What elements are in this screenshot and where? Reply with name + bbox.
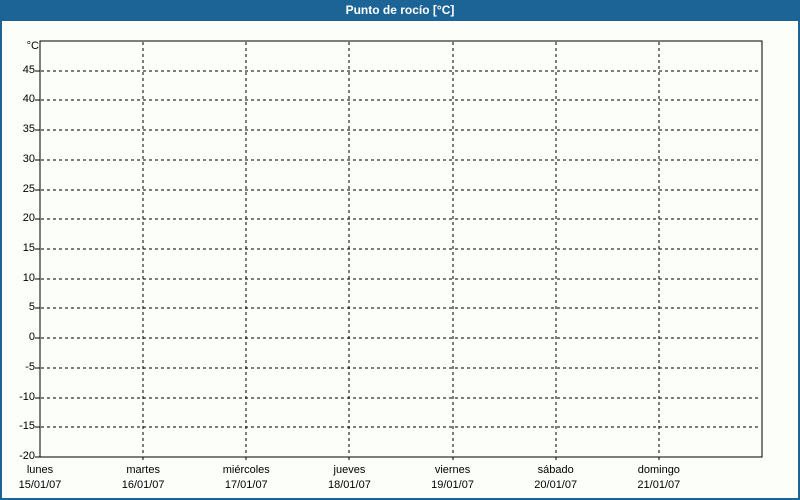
y-axis-tick-label: 5: [28, 301, 35, 313]
chart-window: { "window": { "title": "Punto de rocío […: [0, 0, 800, 500]
chart-title-bar: Punto de rocío [°C]: [0, 0, 800, 21]
x-axis-day-label: sábado: [537, 464, 574, 476]
x-axis-date-label: 20/01/07: [534, 479, 578, 491]
y-axis-tick-label: 30: [22, 153, 35, 165]
y-axis-tick-label: 25: [22, 183, 35, 195]
x-axis-date-label: 19/01/07: [431, 479, 474, 491]
x-axis-day-label: martes: [126, 464, 160, 476]
y-axis-tick-label: -20: [19, 450, 35, 462]
x-axis-date-label: 18/01/07: [328, 479, 371, 491]
y-axis-tick-label: 10: [22, 272, 35, 284]
chart-title: Punto de rocío [°C]: [345, 3, 455, 17]
y-axis-tick-label: 35: [22, 123, 35, 135]
x-axis-day-label: miércoles: [222, 464, 270, 476]
y-axis-tick-label: 0: [28, 331, 35, 343]
x-axis-date-label: 21/01/07: [637, 479, 681, 491]
y-axis-tick-label: 15: [22, 242, 35, 254]
y-axis-tick-label: 40: [22, 93, 35, 105]
y-axis-tick-label: -5: [25, 361, 35, 373]
x-axis-date-label: 17/01/07: [224, 479, 268, 491]
y-axis-tick-label: 45: [22, 64, 35, 76]
x-axis-day-label: domingo: [637, 464, 680, 476]
y-axis-unit-label: °C: [26, 40, 39, 52]
x-axis-day-label: jueves: [333, 464, 366, 476]
y-axis-tick-label: 20: [22, 212, 35, 224]
y-axis-tick-label: -10: [19, 391, 35, 403]
x-axis-date-label: 16/01/07: [121, 479, 165, 491]
chart-grid: [35, 40, 763, 460]
x-axis-day-label: viernes: [434, 464, 471, 476]
y-axis-tick-label: -15: [19, 420, 35, 432]
